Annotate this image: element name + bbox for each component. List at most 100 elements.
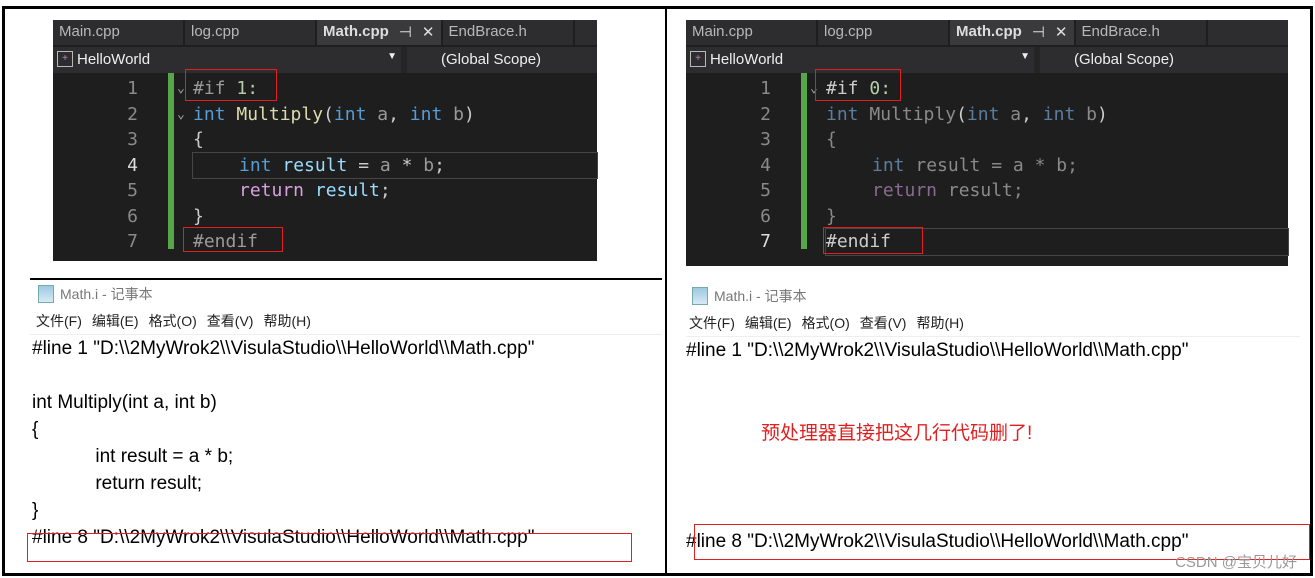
highlight-box <box>185 69 277 101</box>
code-token: , <box>388 103 399 125</box>
line-number: 7 <box>127 231 138 252</box>
code-line: 6} <box>53 204 597 230</box>
line-number: 4 <box>127 154 138 176</box>
tab-math-cpp[interactable]: Math.cpp ⊣ ✕ <box>317 20 443 45</box>
code-token: a <box>1012 154 1024 176</box>
code-token: ( <box>323 103 334 125</box>
fold-icon[interactable]: ⌄ <box>177 76 185 101</box>
notepad-title-bar: Math.i - 记事本 <box>30 280 662 308</box>
menu-bar: 文件(F) 编辑(E) 格式(O) 查看(V) 帮助(H) <box>30 308 662 335</box>
code-token: b <box>453 103 464 125</box>
scope-dropdown[interactable]: (Global Scope) <box>407 47 597 73</box>
highlight-box <box>183 227 283 252</box>
tab-label: Math.cpp <box>323 23 389 40</box>
tab-endbrace-h[interactable]: EndBrace.h <box>443 20 575 45</box>
text-line <box>32 362 662 389</box>
code-area[interactable]: 1 ⌄ #if 1: 2 ⌄ int Multiply(int a, int b) 3{… <box>53 73 598 255</box>
code-token: result <box>282 154 348 176</box>
notepad-icon <box>692 287 708 305</box>
left-editor: Main.cpp log.cpp Math.cpp ⊣ ✕ EndBrace.h +… <box>53 20 598 261</box>
menu-help[interactable]: 帮助(H) <box>263 311 310 331</box>
menu-format[interactable]: 格式(O) <box>802 313 850 333</box>
code-token: ) <box>464 103 475 125</box>
highlight-box <box>27 533 632 562</box>
tab-endbrace-h[interactable]: EndBrace.h <box>1076 20 1208 45</box>
code-token: ) <box>1097 103 1108 125</box>
annotation-text: 预处理器直接把这几行代码删了! <box>761 423 1033 444</box>
code-token: ; <box>434 154 445 176</box>
highlight-box <box>823 227 923 254</box>
code-text: int Multiply(int a, int b) <box>826 102 1108 127</box>
scope-dropdown[interactable]: (Global Scope) <box>1040 47 1288 73</box>
change-bar <box>168 73 174 249</box>
text-line: } <box>32 500 39 521</box>
code-token: b <box>1056 154 1068 176</box>
text-line: #line 1 "D:\\2MyWrok2\\VisulaStudio\\Hel… <box>32 338 535 359</box>
code-line: 4 int result = a * b; <box>127 151 598 179</box>
line-number: 1 <box>127 78 138 99</box>
chevron-down-icon: ▼ <box>387 51 397 62</box>
chevron-down-icon: ▼ <box>1020 51 1030 62</box>
window-title: Math.i - 记事本 <box>60 286 153 302</box>
code-token: result <box>915 154 981 176</box>
code-line: 6} <box>686 204 1288 230</box>
code-token: result <box>314 180 380 201</box>
close-icon[interactable]: ✕ <box>1055 23 1068 42</box>
tab-bar: Main.cpp log.cpp Math.cpp ⊣ ✕ EndBrace.h <box>53 20 597 45</box>
code-text: int result = a * b; <box>239 153 445 178</box>
tab-main-cpp[interactable]: Main.cpp <box>53 20 185 45</box>
menu-view[interactable]: 查看(V) <box>860 313 907 333</box>
tab-bar: Main.cpp log.cpp Math.cpp ⊣ ✕ EndBrace.h <box>686 20 1288 45</box>
pin-icon[interactable]: ⊣ <box>399 23 412 42</box>
code-token: , <box>1021 103 1032 125</box>
text-line: int result = a * b; <box>32 446 234 467</box>
tab-main-cpp[interactable]: Main.cpp <box>686 20 818 45</box>
tab-math-cpp[interactable]: Math.cpp ⊣ ✕ <box>950 20 1076 45</box>
menu-bar: 文件(F) 编辑(E) 格式(O) 查看(V) 帮助(H) <box>686 310 1300 337</box>
code-token: = <box>991 154 1003 176</box>
window-title: Math.i - 记事本 <box>714 288 807 304</box>
fold-icon[interactable]: ⌄ <box>177 102 185 127</box>
tab-log-cpp[interactable]: log.cpp <box>185 20 317 45</box>
code-token: * <box>401 154 413 176</box>
menu-edit[interactable]: 编辑(E) <box>745 313 792 333</box>
code-token: ( <box>956 103 967 125</box>
code-token: a <box>1010 103 1022 125</box>
code-token: { <box>826 129 837 150</box>
menu-format[interactable]: 格式(O) <box>149 311 197 331</box>
menu-file[interactable]: 文件(F) <box>36 311 82 331</box>
code-token: return <box>872 180 938 201</box>
code-token: { <box>193 129 204 150</box>
code-text: return result; <box>239 178 391 203</box>
code-line: 2 ⌄ int Multiply(int a, int b) <box>53 102 597 128</box>
menu-file[interactable]: 文件(F) <box>689 313 735 333</box>
code-token: ; <box>1012 180 1024 201</box>
text-line: int Multiply(int a, int b) <box>32 392 217 413</box>
code-token: result <box>947 180 1013 201</box>
right-editor: Main.cpp log.cpp Math.cpp ⊣ ✕ EndBrace.h +… <box>686 20 1289 266</box>
menu-view[interactable]: 查看(V) <box>207 311 254 331</box>
nav-bar: + HelloWorld ▼ (Global Scope) <box>53 45 597 73</box>
project-name: HelloWorld <box>710 51 784 68</box>
text-line: return result; <box>32 473 202 494</box>
project-name: HelloWorld <box>77 51 151 68</box>
text-area[interactable]: #line 1 "D:\\2MyWrok2\\VisulaStudio\\Hel… <box>30 335 662 551</box>
code-token: return <box>239 180 305 201</box>
menu-edit[interactable]: 编辑(E) <box>92 311 139 331</box>
code-token: ; <box>1067 154 1078 176</box>
code-area[interactable]: 1 ⌄ #if 0: 2 int Multiply(int a, int b) 3{ … <box>686 73 1289 256</box>
watermark: CSDN @宝贝儿好 <box>1175 554 1297 571</box>
tab-log-cpp[interactable]: log.cpp <box>818 20 950 45</box>
line-number: 4 <box>760 154 771 176</box>
menu-help[interactable]: 帮助(H) <box>916 313 963 333</box>
code-token: int <box>872 154 905 176</box>
project-icon: + <box>690 51 706 67</box>
code-token: = <box>358 154 370 176</box>
line-number: 2 <box>127 103 138 125</box>
close-icon[interactable]: ✕ <box>422 23 435 42</box>
code-line: 7 #endif <box>53 229 597 255</box>
code-token: int <box>826 103 859 125</box>
pin-icon[interactable]: ⊣ <box>1032 23 1045 42</box>
code-line: 1 ⌄ #if 0: <box>686 76 1288 102</box>
code-token: Multiply <box>236 103 324 125</box>
